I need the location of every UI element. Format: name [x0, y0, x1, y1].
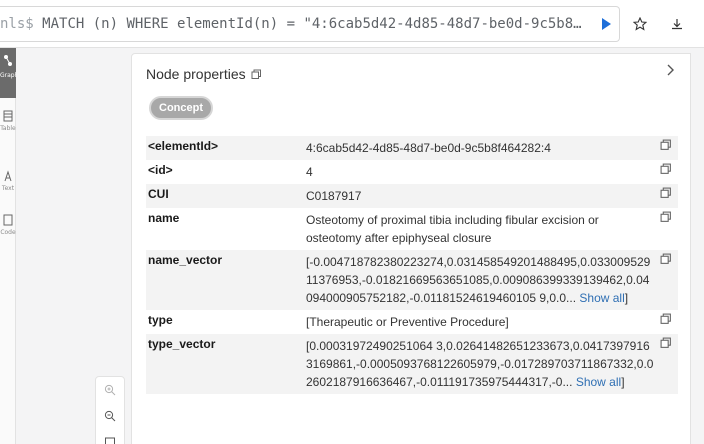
- property-row-id: <id> 4: [146, 160, 678, 184]
- copy-icon[interactable]: [660, 211, 672, 223]
- sidebar-item-text[interactable]: Text: [0, 170, 16, 193]
- download-button[interactable]: [667, 14, 687, 34]
- property-row-elementid: <elementId> 4:6cab5d42-4d85-48d7-be0d-9c…: [146, 136, 678, 160]
- sidebar-item-code[interactable]: Code: [0, 214, 16, 237]
- query-prompt: nls$: [0, 16, 43, 32]
- code-icon: [3, 214, 13, 226]
- zoom-out-button[interactable]: [96, 403, 124, 429]
- property-key: name_vector: [148, 253, 223, 267]
- property-value: 4:6cab5d42-4d85-48d7-be0d-9c5b8f464282:4: [306, 141, 551, 155]
- node-properties-panel: Node properties Concept <elementId> 4:6c…: [131, 53, 691, 444]
- zoom-out-icon: [104, 410, 116, 422]
- property-row-cui: CUI C0187917: [146, 184, 678, 208]
- fit-screen-icon: [105, 437, 115, 444]
- property-key: name: [148, 211, 180, 225]
- zoom-in-button[interactable]: [96, 377, 124, 403]
- property-key: <id>: [148, 163, 173, 177]
- result-view-sidebar: Graph Table Text Code: [0, 48, 19, 444]
- property-value: [Therapeutic or Preventive Procedure]: [306, 315, 509, 329]
- chevron-right-icon: [667, 64, 674, 76]
- property-value: [-0.004718782380223274,0.031458549201488…: [306, 255, 651, 305]
- property-row-type-vector: type_vector [0.00031972490251064 3,0.026…: [146, 334, 678, 394]
- sidebar-item-label: Graph: [0, 72, 19, 79]
- collapse-panel-button[interactable]: [662, 62, 678, 78]
- property-value: C0187917: [306, 189, 362, 203]
- play-icon: [602, 18, 611, 30]
- copy-icon[interactable]: [251, 69, 262, 80]
- property-value: [0.00031972490251064 3,0.026414826512336…: [306, 339, 654, 389]
- property-row-type: type [Therapeutic or Preventive Procedur…: [146, 310, 678, 334]
- copy-icon[interactable]: [660, 163, 672, 175]
- text-icon: [4, 170, 12, 182]
- property-key: type_vector: [148, 337, 216, 351]
- table-icon: [3, 110, 13, 122]
- zoom-in-icon: [104, 384, 116, 396]
- graph-icon: [4, 55, 12, 66]
- star-icon: [633, 17, 647, 31]
- copy-icon[interactable]: [660, 253, 672, 265]
- properties-table: <elementId> 4:6cab5d42-4d85-48d7-be0d-9c…: [146, 136, 678, 394]
- property-key: CUI: [148, 187, 169, 201]
- property-value: 4: [306, 165, 313, 179]
- property-key: type: [148, 313, 173, 327]
- panel-title: Node properties: [146, 66, 262, 82]
- property-row-name: name Osteotomy of proximal tibia includi…: [146, 208, 678, 250]
- sidebar-item-graph[interactable]: Graph: [0, 48, 19, 98]
- sidebar-item-table[interactable]: Table: [0, 110, 16, 133]
- copy-icon[interactable]: [660, 139, 672, 151]
- sidebar-item-label: Code: [0, 229, 16, 236]
- sidebar-item-label: Text: [1, 185, 15, 192]
- copy-icon[interactable]: [660, 337, 672, 349]
- property-row-name-vector: name_vector [-0.004718782380223274,0.031…: [146, 250, 678, 310]
- sidebar-item-label: Table: [0, 125, 16, 132]
- download-icon: [672, 19, 682, 30]
- copy-icon[interactable]: [660, 187, 672, 199]
- copy-icon[interactable]: [660, 313, 672, 325]
- show-all-link[interactable]: Show all: [579, 291, 624, 305]
- query-editor[interactable]: nls$ MATCH (n) WHERE elementId(n) = "4:6…: [0, 6, 620, 42]
- show-all-link[interactable]: Show all: [576, 375, 621, 389]
- node-label-pill[interactable]: Concept: [149, 96, 213, 120]
- property-key: <elementId>: [148, 139, 219, 153]
- panel-title-text: Node properties: [146, 66, 246, 82]
- fit-to-screen-button[interactable]: [96, 429, 124, 444]
- query-bar: nls$ MATCH (n) WHERE elementId(n) = "4:6…: [0, 0, 704, 48]
- run-query-button[interactable]: [597, 15, 615, 33]
- zoom-controls: [95, 376, 125, 444]
- query-text[interactable]: MATCH (n) WHERE elementId(n) = "4:6cab5d…: [42, 16, 588, 32]
- property-value: Osteotomy of proximal tibia including fi…: [306, 213, 599, 245]
- favorite-button[interactable]: [630, 14, 650, 34]
